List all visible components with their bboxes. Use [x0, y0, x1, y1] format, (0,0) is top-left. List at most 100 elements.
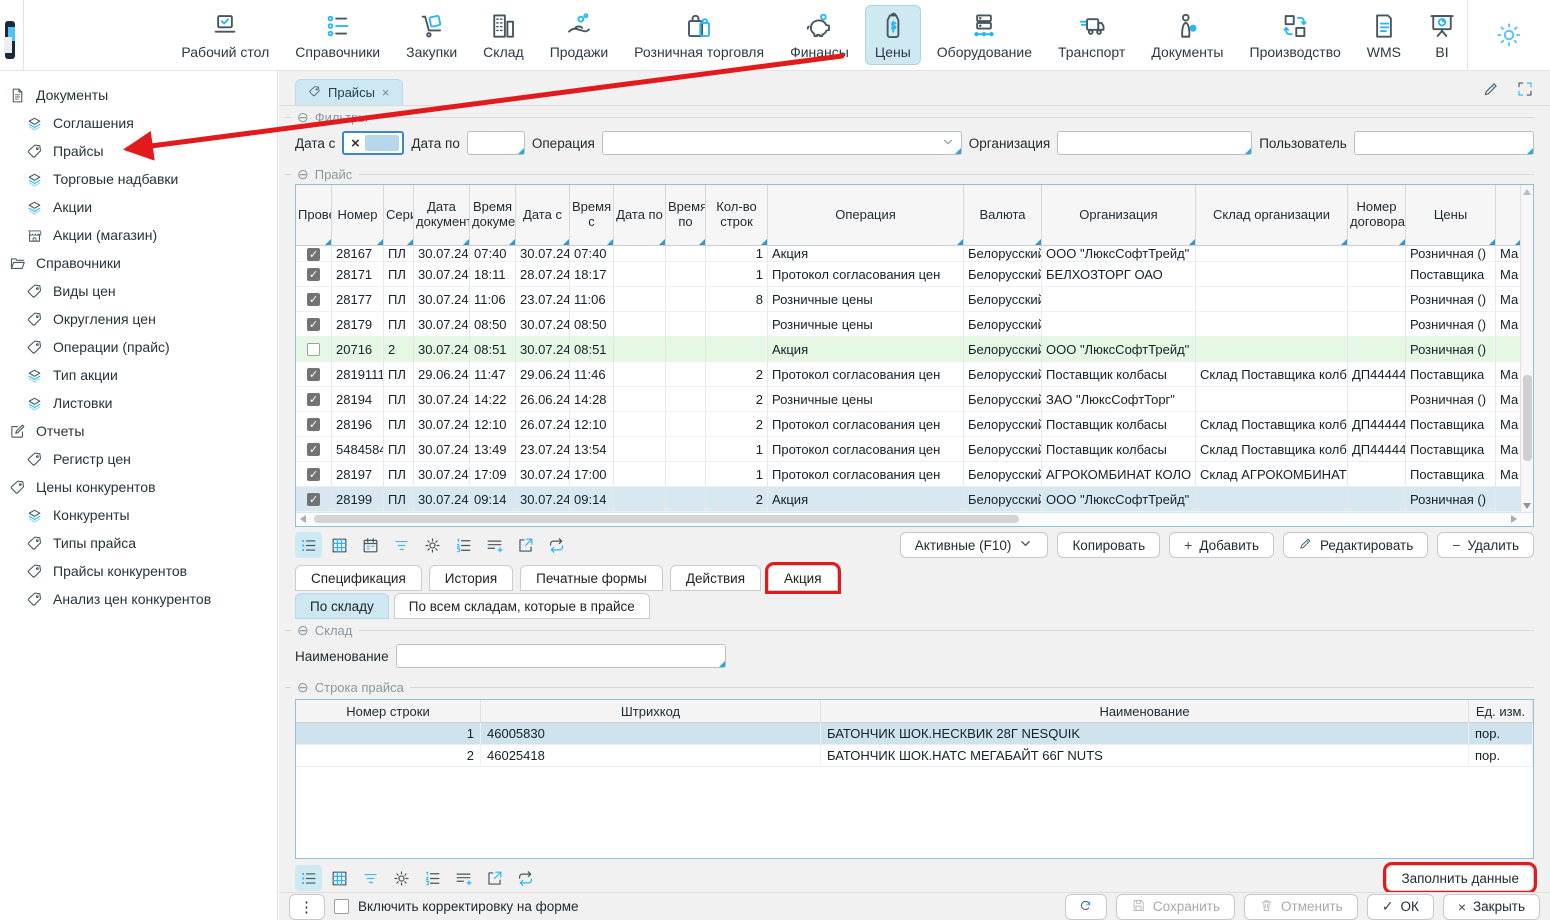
filter-icon[interactable] [388, 532, 415, 558]
table-row[interactable]: 28194ПЛ30.07.2414:2226.06.2414:282Рознич… [296, 387, 1522, 412]
column-header-13[interactable]: Организация [1042, 185, 1196, 246]
column-header-10[interactable]: Кол-во строк [706, 185, 768, 246]
gear-icon[interactable] [419, 532, 446, 558]
gear-icon[interactable] [388, 865, 415, 891]
tab-close-icon[interactable]: × [382, 85, 390, 100]
sidebar-item-6[interactable]: Акции (магазин) [0, 221, 277, 249]
detail-tab-5[interactable]: Акция [768, 565, 838, 591]
save-button[interactable]: Сохранить [1116, 894, 1235, 920]
menu-item-6[interactable]: Розничная торговля [624, 5, 774, 65]
table-row[interactable]: 20716230.07.2408:5130.07.2408:51АкцияБел… [296, 337, 1522, 362]
table-row[interactable]: 28171ПЛ30.07.2418:1128.07.2418:171Проток… [296, 262, 1522, 287]
menu-item-13[interactable]: WMS [1357, 5, 1411, 65]
organization-input[interactable] [1057, 131, 1252, 155]
row-checkbox[interactable] [307, 368, 320, 381]
table-row[interactable]: 28197ПЛ30.07.2417:0930.07.2417:001Проток… [296, 462, 1522, 487]
menu-item-8[interactable]: Цены [865, 5, 921, 65]
detail-tab-3[interactable]: Печатные формы [520, 565, 663, 591]
table-row[interactable]: 246025418БАТОНЧИК ШОК.НАТС МЕГАБАЙТ 66Г … [296, 745, 1533, 767]
table-row[interactable]: 28191111ПЛ29.06.2411:4729.06.2411:462Про… [296, 362, 1522, 387]
menu-item-4[interactable]: Склад [473, 5, 534, 65]
table-row[interactable]: 146005830БАТОНЧИК ШОК.НЕСКВИК 28Г NESQUI… [296, 723, 1533, 745]
add-row-icon[interactable] [481, 532, 508, 558]
sidebar-item-5[interactable]: Акции [0, 193, 277, 221]
export-icon[interactable] [481, 865, 508, 891]
column-header-2[interactable]: Номер [332, 185, 384, 246]
refresh-button[interactable] [1065, 894, 1107, 920]
column-header-8[interactable]: Дата по [614, 185, 666, 246]
menu-item-10[interactable]: Транспорт [1048, 5, 1135, 65]
cancel-button[interactable]: Отменить [1244, 894, 1358, 920]
row-checkbox[interactable] [307, 318, 320, 331]
date-from-input[interactable]: × [342, 131, 404, 155]
column-header-11[interactable]: Операция [768, 185, 964, 246]
clear-icon[interactable]: × [347, 135, 363, 152]
row-column-header-1[interactable]: Номер строки [296, 700, 481, 723]
copy-button[interactable]: Копировать [1057, 532, 1160, 558]
sidebar-item-15[interactable]: Цены конкурентов [0, 473, 277, 501]
row-checkbox[interactable] [307, 343, 320, 356]
add-row-icon[interactable] [450, 865, 477, 891]
collapse-icon[interactable]: ⊖ [297, 680, 309, 694]
scroll-thumb[interactable] [1523, 375, 1532, 460]
table-row[interactable]: 28177ПЛ30.07.2411:0623.07.2411:068Рознич… [296, 287, 1522, 312]
horizontal-scrollbar[interactable] [296, 512, 1533, 526]
table-row[interactable]: 54845841ПЛ30.07.2413:4923.07.2413:541Про… [296, 437, 1522, 462]
vertical-scrollbar[interactable] [1520, 185, 1533, 513]
collapse-icon[interactable]: ⊖ [297, 110, 309, 124]
grid-icon[interactable] [326, 532, 353, 558]
detail-tab-2[interactable]: История [429, 565, 513, 591]
sidebar-item-7[interactable]: Справочники [0, 249, 277, 277]
list-view-icon[interactable] [295, 532, 322, 558]
fill-data-button[interactable]: Заполнить данные [1386, 865, 1534, 891]
sidebar-item-18[interactable]: Прайсы конкурентов [0, 557, 277, 585]
row-column-header-4[interactable]: Ед. изм. [1469, 700, 1533, 723]
row-checkbox[interactable] [307, 468, 320, 481]
sidebar-item-14[interactable]: Регистр цен [0, 445, 277, 473]
close-button[interactable]: × Закрыть [1443, 894, 1540, 920]
scroll-up-icon[interactable] [1523, 189, 1531, 195]
column-header-12[interactable]: Валюта [964, 185, 1042, 246]
filter-icon[interactable] [357, 865, 384, 891]
row-checkbox[interactable] [307, 293, 320, 306]
operation-select[interactable] [602, 131, 962, 155]
grid-icon[interactable] [326, 865, 353, 891]
column-header-15[interactable]: Номер договора [1348, 185, 1406, 246]
row-column-header-3[interactable]: Наименование [821, 700, 1469, 723]
row-column-header-2[interactable]: Штрихкод [481, 700, 821, 723]
menu-item-1[interactable]: Рабочий стол [171, 5, 279, 65]
menu-item-2[interactable]: Справочники [285, 5, 390, 65]
sidebar-item-13[interactable]: Отчеты [0, 417, 277, 445]
adjust-checkbox[interactable] [334, 899, 349, 914]
edit-button[interactable]: Редактировать [1283, 532, 1428, 558]
sun-icon[interactable] [1494, 20, 1524, 50]
sidebar-item-4[interactable]: Торговые надбавки [0, 165, 277, 193]
menu-item-14[interactable]: BI [1417, 5, 1467, 65]
menu-item-11[interactable]: Документы [1141, 5, 1233, 65]
warehouse-name-input[interactable] [396, 644, 726, 668]
numbered-list-icon[interactable] [419, 865, 446, 891]
collapse-icon[interactable]: ⊖ [297, 623, 309, 637]
date-to-input[interactable] [467, 131, 525, 155]
row-checkbox[interactable] [307, 248, 320, 261]
menu-item-12[interactable]: Производство [1240, 5, 1351, 65]
sidebar-item-16[interactable]: Конкуренты [0, 501, 277, 529]
sidebar-item-2[interactable]: Соглашения [0, 109, 277, 137]
user-input[interactable] [1354, 131, 1534, 155]
table-row[interactable]: 28179ПЛ30.07.2408:5030.07.2408:50Розничн… [296, 312, 1522, 337]
delete-button[interactable]: − Удалить [1437, 532, 1534, 558]
column-header-5[interactable]: Время документа [470, 185, 516, 246]
row-checkbox[interactable] [307, 493, 320, 506]
sidebar-item-1[interactable]: Документы [0, 81, 277, 109]
repeat-icon[interactable] [512, 865, 539, 891]
menu-item-9[interactable]: Оборудование [927, 5, 1042, 65]
add-button[interactable]: + Добавить [1169, 532, 1274, 558]
edit-icon[interactable] [1482, 80, 1500, 101]
column-header-6[interactable]: Дата с [516, 185, 570, 246]
row-checkbox[interactable] [307, 393, 320, 406]
sidebar-item-12[interactable]: Листовки [0, 389, 277, 417]
collapse-icon[interactable]: ⊖ [297, 167, 309, 181]
sidebar-item-10[interactable]: Операции (прайс) [0, 333, 277, 361]
detail-tab-1[interactable]: Спецификация [295, 565, 422, 591]
ok-button[interactable]: ✓ ОК [1367, 894, 1434, 920]
